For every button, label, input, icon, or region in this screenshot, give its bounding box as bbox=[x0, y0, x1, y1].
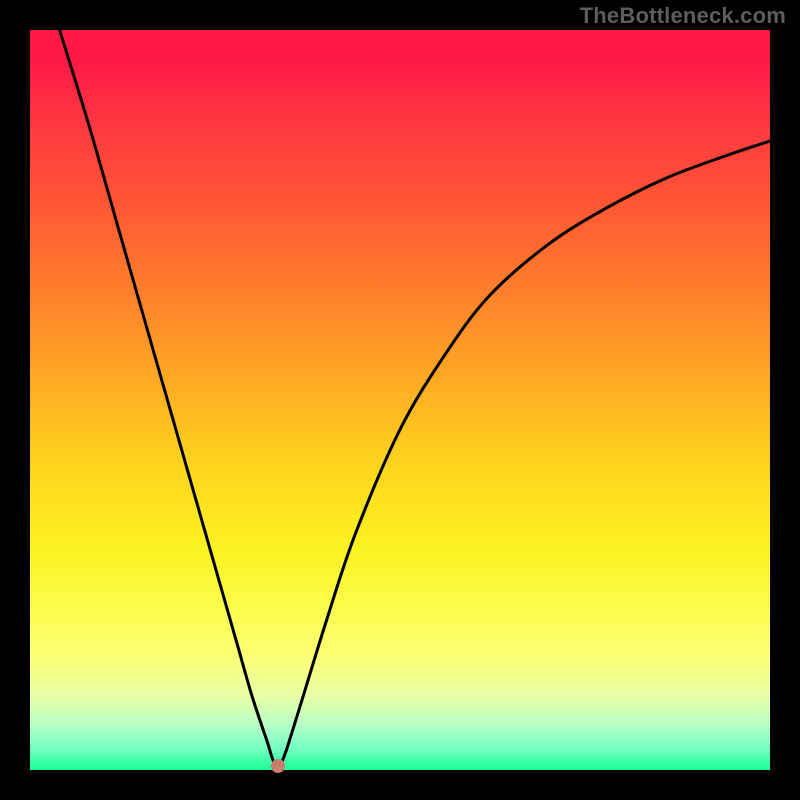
plot-area bbox=[30, 30, 770, 770]
chart-frame: TheBottleneck.com bbox=[0, 0, 800, 800]
curve-svg bbox=[30, 30, 770, 770]
curve-line bbox=[60, 30, 770, 767]
highlight-marker bbox=[271, 759, 285, 773]
watermark-text: TheBottleneck.com bbox=[580, 3, 786, 29]
